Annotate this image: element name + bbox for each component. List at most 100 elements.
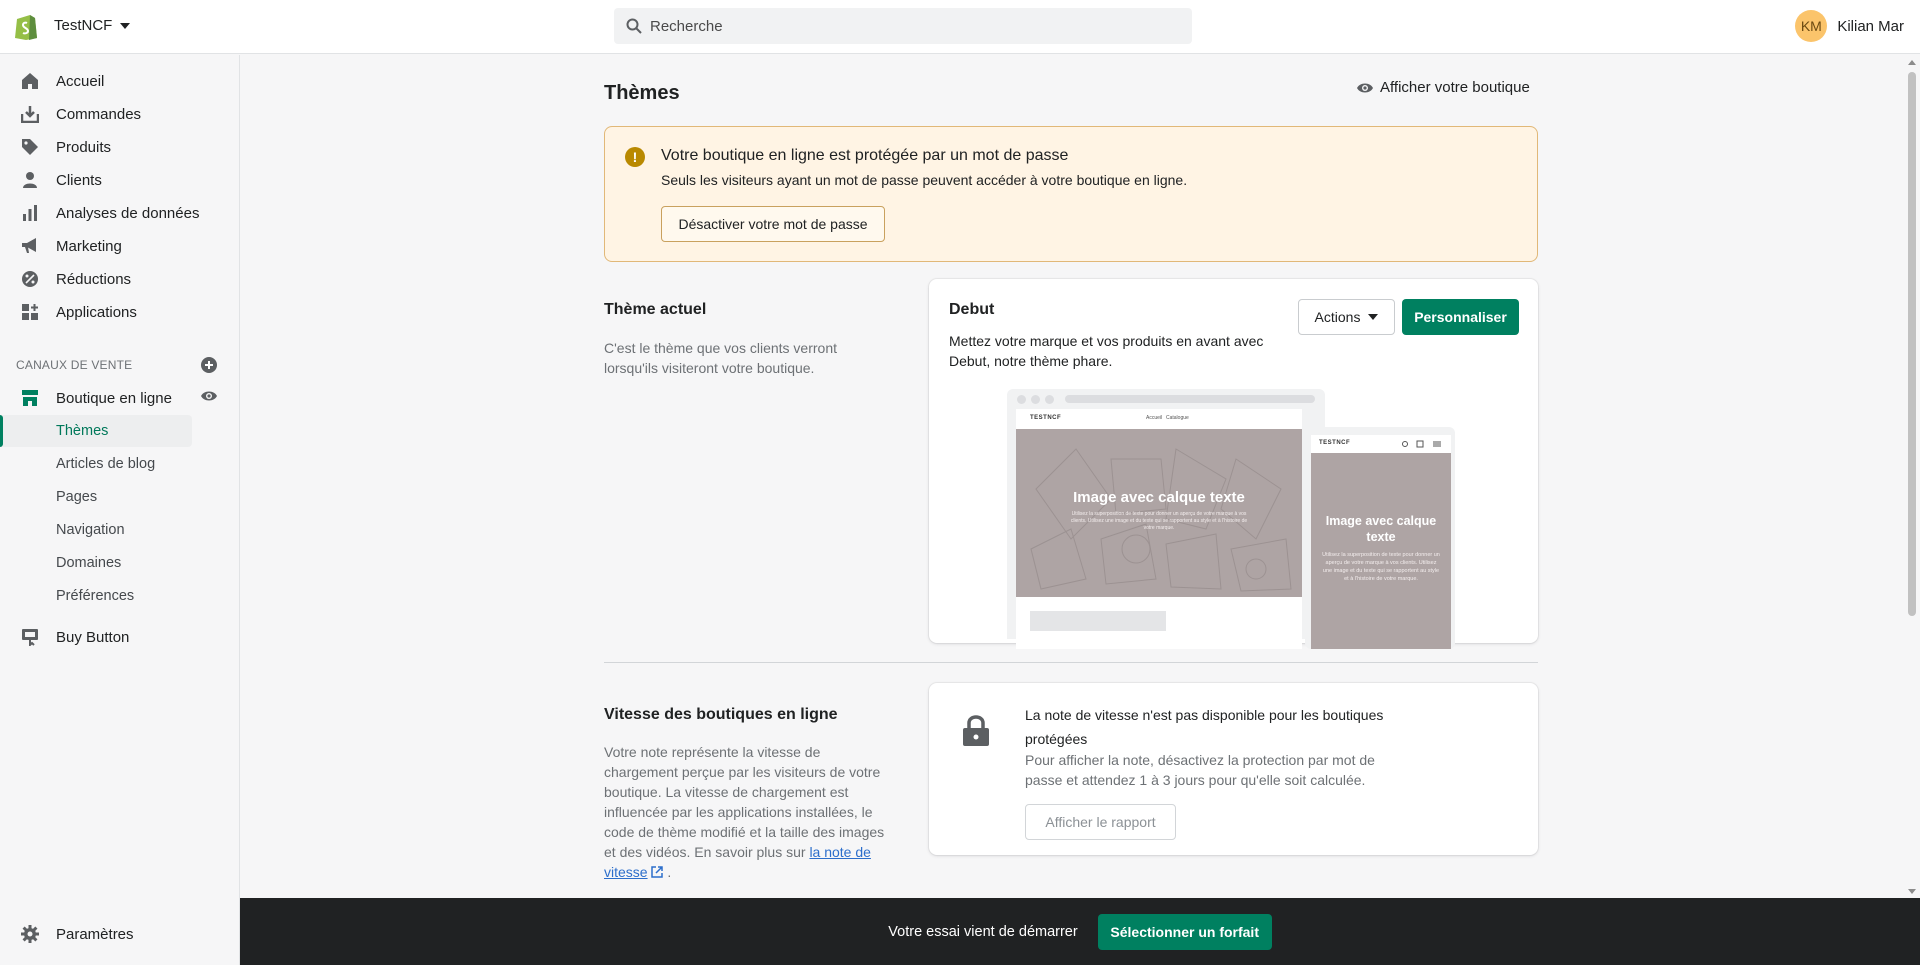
disable-password-button[interactable]: Désactiver votre mot de passe xyxy=(661,206,885,242)
sidebar-item-label: Accueil xyxy=(56,72,105,90)
speed-score-link-continued[interactable]: vitesse xyxy=(604,864,648,880)
sidebar-item-marketing[interactable]: Marketing xyxy=(0,230,240,262)
theme-preview[interactable]: TESTNCF Accueil Catalogue Image avec cal… xyxy=(1007,389,1467,649)
window-dot xyxy=(1017,395,1026,404)
vertical-scrollbar[interactable] xyxy=(1904,55,1920,898)
eye-icon[interactable] xyxy=(200,389,218,403)
top-bar: TestNCF KM Kilian Mar xyxy=(0,0,1920,54)
customize-button[interactable]: Personnaliser xyxy=(1402,299,1519,335)
megaphone-icon xyxy=(20,236,40,256)
external-link-icon xyxy=(651,866,664,878)
sidebar-subitem-themes[interactable]: Thèmes xyxy=(0,415,192,447)
sidebar-subitem-preferences[interactable]: Préférences xyxy=(0,580,192,612)
sidebar-item-label: Clients xyxy=(56,171,102,189)
caret-down-icon xyxy=(1368,314,1379,320)
sidebar-subitem-blog-articles[interactable]: Articles de blog xyxy=(0,448,192,480)
scroll-thumb[interactable] xyxy=(1908,72,1916,616)
desktop-footer-placeholder xyxy=(1030,611,1166,631)
current-theme-desc-line-2: lorsqu'ils visiteront votre boutique. xyxy=(604,360,815,376)
shopify-logo-icon[interactable] xyxy=(14,13,38,41)
view-store-button[interactable]: Afficher votre boutique xyxy=(1356,79,1530,96)
mobile-page: TESTNCF Image avec calque texte Utilisez… xyxy=(1311,435,1451,649)
person-icon xyxy=(20,170,40,190)
password-banner: ! Votre boutique en ligne est protégée p… xyxy=(604,126,1538,262)
search-input[interactable] xyxy=(650,17,1150,35)
sidebar-item-clients[interactable]: Clients xyxy=(0,164,240,196)
speed-desc-line-1: Votre note représente la vitesse de xyxy=(604,744,821,760)
speed-desc-line-4: influencée par les applications installé… xyxy=(604,804,873,820)
select-plan-button[interactable]: Sélectionner un forfait xyxy=(1097,913,1272,950)
sidebar-item-accueil[interactable]: Accueil xyxy=(0,65,240,97)
warning-icon: ! xyxy=(625,147,645,167)
address-bar xyxy=(1065,395,1315,403)
sidebar-item-label: Paramètres xyxy=(56,925,134,943)
speed-section-title: Vitesse des boutiques en ligne xyxy=(604,706,838,723)
search-bar[interactable] xyxy=(614,8,1192,44)
sidebar-subitem-navigation[interactable]: Navigation xyxy=(0,514,192,546)
sales-channels-heading: CANAUX DE VENTE xyxy=(16,358,133,372)
mobile-hero-text: Utilisez la superposition de texte pour … xyxy=(1322,552,1440,582)
scroll-up-arrow-icon[interactable] xyxy=(1908,60,1916,65)
sidebar-item-label: Buy Button xyxy=(56,628,130,646)
store-icon xyxy=(20,388,40,408)
actions-dropdown-button[interactable]: Actions xyxy=(1298,299,1395,335)
sidebar-item-produits[interactable]: Produits xyxy=(0,131,240,163)
add-circle-icon[interactable] xyxy=(201,357,217,373)
current-theme-desc-line-1: C'est le thème que vos clients verront xyxy=(604,340,838,356)
sidebar-item-settings[interactable]: Paramètres xyxy=(0,918,240,950)
scroll-down-arrow-icon[interactable] xyxy=(1908,889,1916,894)
sidebar-item-applications[interactable]: Applications xyxy=(0,296,240,328)
gear-icon xyxy=(20,924,40,944)
speed-card-text: Pour afficher la note, désactivez la pro… xyxy=(1025,752,1375,788)
mobile-header-icons xyxy=(1402,440,1441,448)
preview-brand: TESTNCF xyxy=(1030,415,1062,421)
desktop-hero-text: Utilisez la superposition de texte pour … xyxy=(1070,511,1248,531)
user-menu[interactable]: KM Kilian Mar xyxy=(1795,10,1904,42)
desktop-hero-title: Image avec calque texte xyxy=(1073,489,1245,506)
buy-button-icon xyxy=(20,627,40,647)
speed-card: La note de vitesse n'est pas disponible … xyxy=(929,683,1538,855)
user-name: Kilian Mar xyxy=(1837,17,1904,35)
speed-score-link[interactable]: la note de xyxy=(809,844,871,860)
sidebar-item-label: Réductions xyxy=(56,270,132,288)
sidebar-item-analyses[interactable]: Analyses de données xyxy=(0,197,240,229)
orders-icon xyxy=(20,104,40,124)
current-theme-title: Thème actuel xyxy=(604,301,707,318)
home-icon xyxy=(20,71,40,91)
store-switcher[interactable]: TestNCF xyxy=(54,17,131,34)
window-dot xyxy=(1045,395,1054,404)
speed-card-title: La note de vitesse n'est pas disponible … xyxy=(1025,707,1384,747)
speed-desc-line-7: vitesse . xyxy=(604,864,672,880)
sidebar-subitem-pages[interactable]: Pages xyxy=(0,481,192,513)
page-title: Thèmes xyxy=(604,82,680,104)
main-content: Thèmes Afficher votre boutique ! Votre b… xyxy=(241,55,1920,898)
window-dot xyxy=(1031,395,1040,404)
sidebar-item-label: Produits xyxy=(56,138,112,156)
view-report-button[interactable]: Afficher le rapport xyxy=(1025,804,1176,840)
speed-desc-line-6: et des vidéos. En savoir plus sur la not… xyxy=(604,842,871,862)
preview-nav-catalog: Catalogue xyxy=(1166,415,1189,421)
sidebar-item-label: Applications xyxy=(56,303,137,321)
store-name: TestNCF xyxy=(54,17,113,34)
speed-desc-line-5: code de thème modifié et la taille des i… xyxy=(604,824,885,840)
preview-brand: TESTNCF xyxy=(1319,440,1351,446)
bar-chart-icon xyxy=(20,203,40,223)
sidebar-subitem-domains[interactable]: Domaines xyxy=(0,547,192,579)
section-divider xyxy=(604,662,1538,663)
mobile-hero-title: Image avec calque texte xyxy=(1325,514,1437,544)
preview-nav-home: Accueil xyxy=(1146,415,1163,421)
sidebar-item-commandes[interactable]: Commandes xyxy=(0,98,240,130)
sidebar-item-reductions[interactable]: Réductions xyxy=(0,263,240,295)
current-theme-card: Debut Mettez votre marque et vos produit… xyxy=(929,279,1538,649)
apps-icon xyxy=(20,302,40,322)
actions-label: Actions xyxy=(1314,309,1361,325)
search-icon xyxy=(626,18,642,34)
desktop-hero: Image avec calque texte Utilisez la supe… xyxy=(1016,429,1302,597)
mobile-preview: TESTNCF Image avec calque texte Utilisez… xyxy=(1305,427,1455,649)
tag-icon xyxy=(20,137,40,157)
speed-desc-line-2: chargement perçue par les visiteurs de v… xyxy=(604,764,881,780)
sidebar-item-buy-button[interactable]: Buy Button xyxy=(0,621,240,653)
theme-name: Debut xyxy=(949,301,995,318)
sidebar: Accueil Commandes Produits Clients Analy… xyxy=(0,55,240,965)
discount-icon xyxy=(20,269,40,289)
